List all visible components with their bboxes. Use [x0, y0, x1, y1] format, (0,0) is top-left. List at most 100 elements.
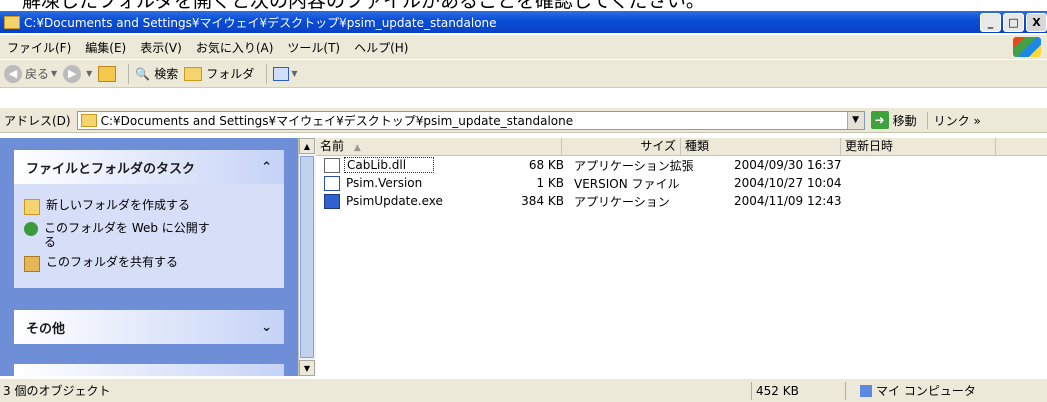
back-arrow-icon: ◀ — [4, 64, 22, 83]
share-folder-icon — [24, 256, 40, 272]
windows-logo-icon — [1013, 37, 1041, 57]
status-location-label: マイ コンピュータ — [876, 384, 976, 398]
chevron-down-icon: ▼ — [86, 69, 93, 78]
folders-button[interactable]: フォルダ — [184, 65, 254, 82]
toolbar-separator — [266, 63, 268, 84]
version-file-icon — [324, 175, 340, 191]
other-panel-header[interactable]: その他 ⌄ — [14, 310, 284, 344]
forward-button[interactable]: ▶ ▼ — [63, 64, 93, 83]
folder-icon — [80, 113, 97, 127]
scroll-thumb[interactable] — [300, 156, 314, 358]
tasks-panel-title: ファイルとフォルダのタスク — [26, 161, 196, 177]
file-list[interactable]: 名前 ▲ サイズ 種類 更新日時 CabLib.dll 68 KB アプリケーシ… — [316, 138, 1047, 376]
folder-icon — [184, 66, 203, 81]
file-size: 68 KB — [528, 158, 564, 172]
column-type[interactable]: 種類 — [681, 138, 841, 155]
tasks-panel-header[interactable]: ファイルとフォルダのタスク ⌃ — [14, 150, 284, 184]
menu-file[interactable]: ファイル(F) — [0, 39, 78, 56]
minimize-button[interactable]: _ — [980, 12, 1001, 32]
file-folder-tasks-panel: ファイルとフォルダのタスク ⌃ 新しいフォルダを作成する このフォルダを Web… — [14, 150, 284, 288]
scroll-up-icon[interactable]: ▲ — [299, 138, 315, 154]
address-bar: アドレス(D) C:¥Documents and Settings¥マイウェイ¥… — [0, 108, 1047, 133]
sort-ascending-icon: ▲ — [353, 143, 361, 153]
up-folder-icon — [98, 65, 117, 82]
column-header: 名前 ▲ サイズ 種類 更新日時 — [316, 138, 1047, 156]
back-button[interactable]: ◀ 戻る ▼ — [4, 64, 58, 83]
window-title: C:¥Documents and Settings¥マイウェイ¥デスクトップ¥p… — [24, 15, 497, 30]
title-bar[interactable]: C:¥Documents and Settings¥マイウェイ¥デスクトップ¥p… — [0, 11, 1047, 33]
menu-help[interactable]: ヘルプ(H) — [347, 39, 415, 56]
address-value: C:¥Documents and Settings¥マイウェイ¥デスクトップ¥p… — [100, 113, 574, 128]
go-arrow-icon: ➜ — [870, 111, 889, 129]
column-name[interactable]: 名前 ▲ — [316, 138, 562, 155]
file-name: Psim.Version — [346, 176, 423, 190]
task-publish-web[interactable]: このフォルダを Web に公開する — [24, 221, 274, 249]
views-button[interactable]: ▼ — [273, 66, 298, 81]
status-bar: 3 個のオブジェクト 452 KB マイ コンピュータ — [0, 378, 1047, 402]
file-name: CabLib.dll — [344, 157, 434, 173]
address-input[interactable]: C:¥Documents and Settings¥マイウェイ¥デスクトップ¥p… — [76, 110, 865, 130]
file-size: 1 KB — [536, 176, 564, 190]
other-panel-title: その他 — [26, 321, 66, 337]
chevron-down-icon: ▼ — [51, 69, 58, 78]
task-pane: ファイルとフォルダのタスク ⌃ 新しいフォルダを作成する このフォルダを Web… — [0, 138, 298, 376]
menu-bar: ファイル(F) 編集(E) 表示(V) お気に入り(A) ツール(T) ヘルプ(… — [0, 35, 1047, 60]
file-modified: 2004/10/27 10:04 — [734, 176, 842, 190]
menu-favorites[interactable]: お気に入り(A) — [189, 39, 281, 56]
address-label: アドレス(D) — [4, 113, 71, 128]
search-label: 検索 — [154, 67, 179, 81]
maximize-button[interactable]: □ — [1003, 12, 1024, 32]
status-location: マイ コンピュータ — [846, 382, 976, 399]
file-type: VERSION ファイル — [574, 176, 680, 191]
toolbar: ◀ 戻る ▼ ▶ ▼ 🔍 検索 フォルダ ▼ — [0, 60, 1047, 88]
status-size: 452 KB — [752, 381, 846, 400]
search-icon: 🔍 — [135, 66, 151, 81]
toolbar-separator — [128, 63, 130, 84]
search-button[interactable]: 🔍 検索 — [135, 65, 178, 82]
task-label: 新しいフォルダを作成する — [46, 198, 191, 212]
file-modified: 2004/09/30 16:37 — [734, 158, 842, 172]
menu-edit[interactable]: 編集(E) — [78, 39, 133, 56]
task-pane-scrollbar[interactable]: ▲ ▼ — [298, 138, 316, 376]
up-folder-button[interactable] — [98, 65, 117, 82]
file-size: 384 KB — [521, 194, 564, 208]
status-object-count: 3 個のオブジェクト — [0, 381, 752, 400]
chevron-down-icon: ▼ — [291, 69, 298, 78]
file-name: PsimUpdate.exe — [346, 194, 443, 208]
file-type: アプリケーション拡張 — [574, 158, 694, 173]
links-button[interactable]: リンク » — [926, 111, 981, 129]
expand-icon[interactable]: ⌄ — [261, 320, 272, 335]
scroll-down-icon[interactable]: ▼ — [299, 360, 315, 376]
file-type: アプリケーション — [574, 194, 670, 209]
folders-label: フォルダ — [206, 67, 255, 81]
column-size[interactable]: サイズ — [562, 138, 681, 155]
task-share-folder[interactable]: このフォルダを共有する — [24, 255, 274, 272]
back-label: 戻る — [25, 67, 50, 81]
go-button[interactable]: ➜ 移動 — [870, 111, 917, 129]
other-places-panel: その他 ⌄ — [14, 310, 284, 344]
web-publish-icon — [24, 222, 38, 236]
details-panel-header[interactable] — [14, 364, 284, 376]
collapse-icon[interactable]: ⌃ — [261, 160, 272, 175]
forward-arrow-icon: ▶ — [63, 64, 82, 83]
menu-tools[interactable]: ツール(T) — [280, 39, 347, 56]
details-panel — [14, 364, 284, 376]
table-row[interactable]: CabLib.dll 68 KB アプリケーション拡張 2004/09/30 1… — [316, 156, 1047, 174]
task-new-folder[interactable]: 新しいフォルダを作成する — [24, 198, 274, 215]
my-computer-icon — [860, 384, 872, 397]
task-label: このフォルダを共有する — [46, 255, 179, 269]
exe-icon — [324, 193, 340, 209]
chevron-down-icon[interactable]: ▼ — [846, 111, 864, 129]
column-modified[interactable]: 更新日時 — [841, 138, 996, 155]
table-row[interactable]: PsimUpdate.exe 384 KB アプリケーション 2004/11/0… — [316, 192, 1047, 210]
file-modified: 2004/11/09 12:43 — [734, 194, 842, 208]
table-row[interactable]: Psim.Version 1 KB VERSION ファイル 2004/10/2… — [316, 174, 1047, 192]
views-icon — [273, 66, 290, 81]
task-label: このフォルダを Web に公開する — [44, 221, 210, 249]
new-folder-icon — [24, 199, 40, 215]
folder-icon — [4, 15, 20, 29]
close-button[interactable]: X — [1026, 12, 1047, 32]
menu-view[interactable]: 表示(V) — [133, 39, 189, 56]
go-label: 移動 — [892, 113, 917, 128]
dll-icon — [324, 157, 340, 173]
